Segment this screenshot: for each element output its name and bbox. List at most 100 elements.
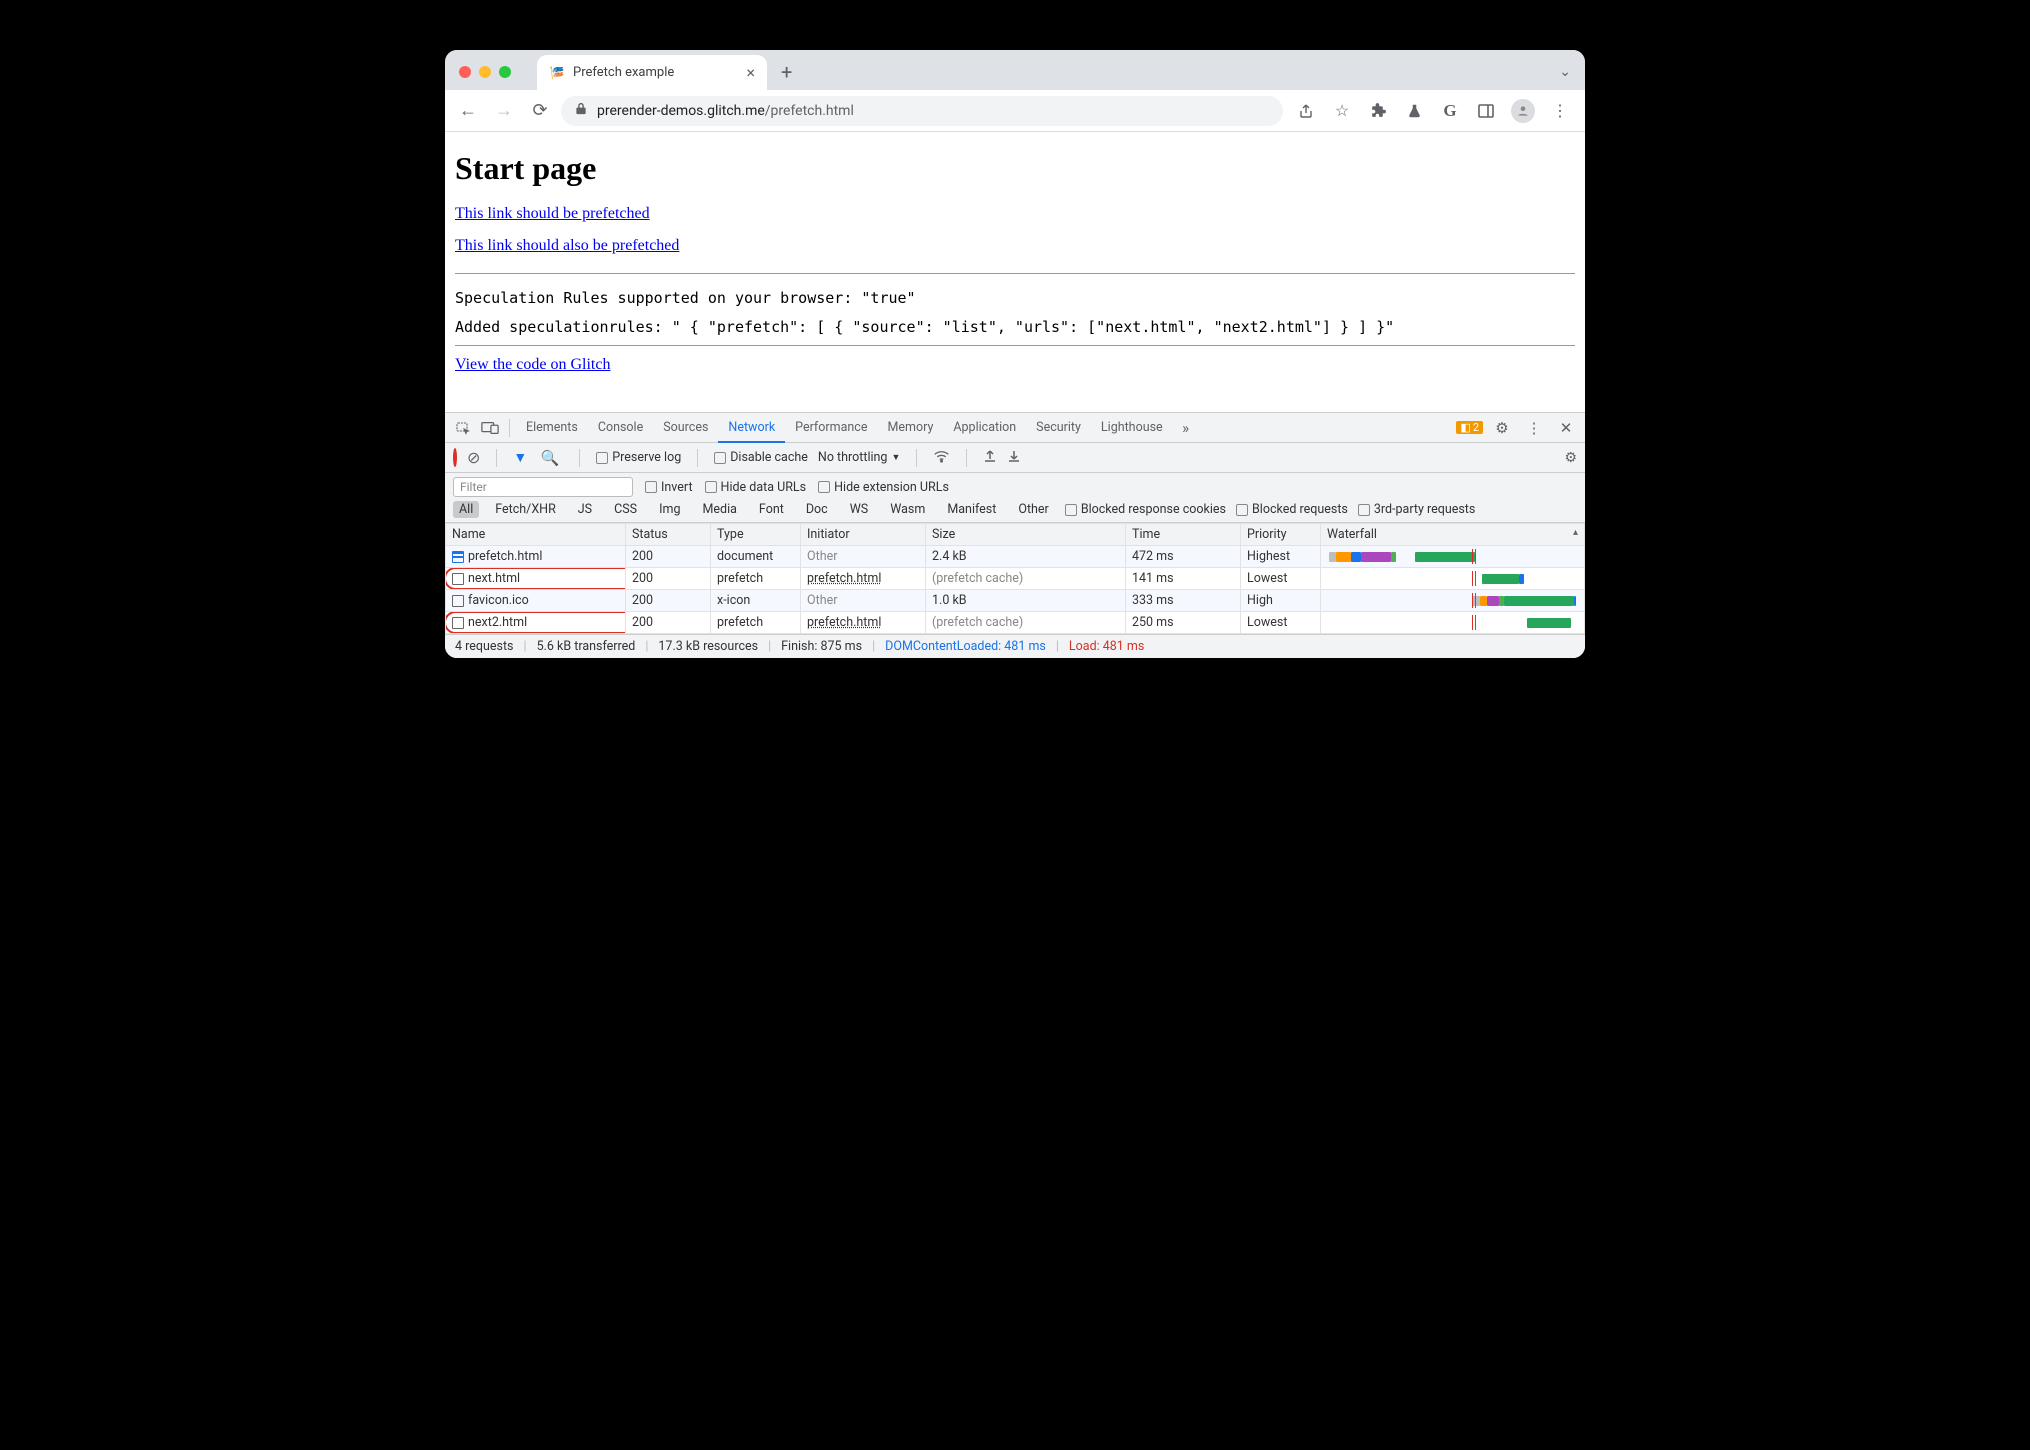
devtools-tabbar: ElementsConsoleSourcesNetworkPerformance… — [445, 413, 1585, 443]
favicon-icon: 🎏 — [549, 65, 565, 81]
upload-har-icon[interactable] — [983, 449, 997, 467]
inspect-element-icon[interactable] — [451, 415, 477, 441]
filter-type-media[interactable]: Media — [696, 501, 742, 518]
kebab-menu-icon[interactable]: ⋮ — [1521, 415, 1547, 441]
clear-button[interactable]: ⊘ — [467, 448, 480, 467]
bookmark-star-icon[interactable]: ☆ — [1331, 100, 1353, 122]
filter-input[interactable]: Filter — [453, 477, 633, 497]
file-icon — [452, 617, 464, 629]
speculation-support-text: Speculation Rules supported on your brow… — [455, 284, 1575, 313]
divider — [455, 273, 1575, 274]
browser-window: 🎏 Prefetch example × + ⌄ ← → ⟳ prerender… — [445, 50, 1585, 658]
close-icon[interactable]: ✕ — [1553, 415, 1579, 441]
filter-type-font[interactable]: Font — [753, 501, 790, 518]
footer-requests: 4 requests — [455, 639, 514, 654]
more-tabs-chevron-icon[interactable]: » — [1173, 415, 1199, 441]
devtools-tab-console[interactable]: Console — [588, 413, 653, 443]
devtools-tab-lighthouse[interactable]: Lighthouse — [1091, 413, 1173, 443]
footer-finish: Finish: 875 ms — [781, 639, 862, 654]
filter-icon[interactable]: ▼ — [513, 449, 527, 466]
filter-type-manifest[interactable]: Manifest — [941, 501, 1002, 518]
table-row[interactable]: prefetch.html200documentOther2.4 kB472 m… — [446, 546, 1585, 568]
filter-type-css[interactable]: CSS — [608, 501, 643, 518]
devtools-tab-application[interactable]: Application — [943, 413, 1026, 443]
minimize-window-button[interactable] — [479, 66, 491, 78]
devtools-tab-performance[interactable]: Performance — [785, 413, 877, 443]
table-header-row: Name Status Type Initiator Size Time Pri… — [446, 524, 1585, 546]
side-panel-icon[interactable] — [1475, 100, 1497, 122]
prefetch-link-1[interactable]: This link should be prefetched — [455, 205, 650, 223]
filter-type-ws[interactable]: WS — [844, 501, 875, 518]
devtools-tab-sources[interactable]: Sources — [653, 413, 718, 443]
share-icon[interactable] — [1295, 100, 1317, 122]
browser-toolbar: ← → ⟳ prerender-demos.glitch.me/prefetch… — [445, 90, 1585, 132]
titlebar: 🎏 Prefetch example × + ⌄ — [445, 50, 1585, 90]
network-controls: ⊘ ▼ 🔍 Preserve log Disable cache No thro… — [445, 443, 1585, 473]
download-har-icon[interactable] — [1007, 449, 1021, 467]
close-window-button[interactable] — [459, 66, 471, 78]
google-g-icon[interactable]: G — [1439, 100, 1461, 122]
forward-button[interactable]: → — [489, 96, 519, 126]
reload-button[interactable]: ⟳ — [525, 96, 555, 126]
gear-icon[interactable]: ⚙ — [1489, 415, 1515, 441]
search-icon[interactable]: 🔍 — [537, 445, 563, 471]
blocked-cookies-checkbox[interactable]: Blocked response cookies — [1065, 502, 1226, 517]
filter-type-fetchxhr[interactable]: Fetch/XHR — [489, 501, 562, 518]
preserve-log-checkbox[interactable]: Preserve log — [596, 450, 681, 465]
file-icon — [452, 551, 464, 563]
table-row[interactable]: next.html200prefetchprefetch.html(prefet… — [446, 568, 1585, 590]
network-table: Name Status Type Initiator Size Time Pri… — [445, 523, 1585, 634]
highlight-box — [446, 612, 626, 634]
col-time[interactable]: Time — [1126, 524, 1241, 546]
table-row[interactable]: next2.html200prefetchprefetch.html(prefe… — [446, 612, 1585, 634]
lock-icon — [575, 102, 587, 119]
devtools-tab-elements[interactable]: Elements — [516, 413, 588, 443]
maximize-window-button[interactable] — [499, 66, 511, 78]
labs-flask-icon[interactable] — [1403, 100, 1425, 122]
browser-tab[interactable]: 🎏 Prefetch example × — [537, 55, 767, 90]
filter-type-all[interactable]: All — [453, 501, 479, 518]
devtools-tab-memory[interactable]: Memory — [877, 413, 943, 443]
kebab-menu-icon[interactable]: ⋮ — [1549, 100, 1571, 122]
filter-type-js[interactable]: JS — [572, 501, 598, 518]
filter-type-doc[interactable]: Doc — [800, 501, 834, 518]
issues-badge[interactable]: ◧ 2 — [1456, 421, 1483, 434]
record-button[interactable] — [453, 450, 457, 465]
devtools-tab-security[interactable]: Security — [1026, 413, 1091, 443]
address-bar[interactable]: prerender-demos.glitch.me/prefetch.html — [561, 96, 1283, 126]
table-row[interactable]: favicon.ico200x-iconOther1.0 kB333 msHig… — [446, 590, 1585, 612]
new-tab-button[interactable]: + — [767, 60, 806, 90]
throttling-select[interactable]: No throttling ▼ — [818, 450, 900, 465]
invert-checkbox[interactable]: Invert — [645, 480, 693, 495]
disable-cache-checkbox[interactable]: Disable cache — [714, 450, 808, 465]
col-status[interactable]: Status — [626, 524, 711, 546]
filter-type-wasm[interactable]: Wasm — [884, 501, 931, 518]
blocked-requests-checkbox[interactable]: Blocked requests — [1236, 502, 1348, 517]
network-conditions-icon[interactable] — [933, 449, 950, 467]
extensions-puzzle-icon[interactable] — [1367, 100, 1389, 122]
filter-type-other[interactable]: Other — [1012, 501, 1054, 518]
tabs-chevron-icon[interactable]: ⌄ — [1559, 64, 1571, 80]
filter-type-img[interactable]: Img — [653, 501, 686, 518]
col-type[interactable]: Type — [711, 524, 801, 546]
divider — [916, 449, 917, 467]
device-toggle-icon[interactable] — [477, 415, 503, 441]
page-content: Start page This link should be prefetche… — [445, 132, 1585, 412]
gear-icon[interactable]: ⚙ — [1564, 450, 1577, 466]
close-tab-button[interactable]: × — [746, 63, 755, 82]
devtools-tab-network[interactable]: Network — [718, 413, 785, 443]
prefetch-link-2[interactable]: This link should also be prefetched — [455, 237, 679, 255]
hide-data-urls-checkbox[interactable]: Hide data URLs — [705, 480, 807, 495]
glitch-code-link[interactable]: View the code on Glitch — [455, 356, 610, 374]
col-priority[interactable]: Priority — [1241, 524, 1321, 546]
file-icon — [452, 573, 464, 585]
col-initiator[interactable]: Initiator — [801, 524, 926, 546]
col-name[interactable]: Name — [446, 524, 626, 546]
profile-avatar[interactable] — [1511, 99, 1535, 123]
col-waterfall[interactable]: Waterfall — [1321, 524, 1585, 546]
hide-extension-urls-checkbox[interactable]: Hide extension URLs — [818, 480, 949, 495]
col-size[interactable]: Size — [926, 524, 1126, 546]
back-button[interactable]: ← — [453, 96, 483, 126]
third-party-checkbox[interactable]: 3rd-party requests — [1358, 502, 1475, 517]
divider — [455, 345, 1575, 346]
